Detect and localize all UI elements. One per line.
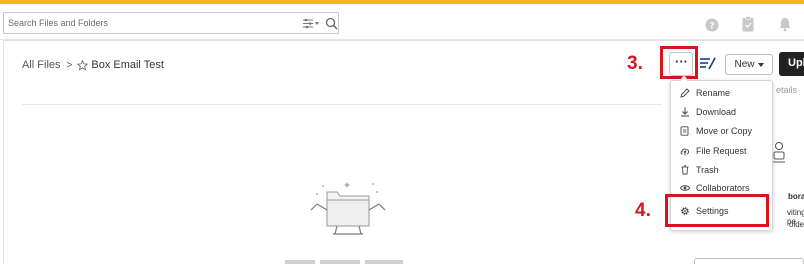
- chevron-down-icon: [757, 62, 764, 67]
- menu-item-label: Trash: [696, 165, 719, 175]
- search-input[interactable]: [8, 16, 293, 30]
- menu-item-move-or-copy[interactable]: Move or Copy: [671, 122, 772, 140]
- collaborators-illustration-icon: [773, 142, 785, 163]
- menu-item-file-request[interactable]: File Request: [671, 142, 772, 160]
- menu-item-label: Collaborators: [696, 183, 750, 193]
- annotation-step-4: 4.: [635, 200, 651, 221]
- side-panel-title: borators: [788, 192, 804, 201]
- eye-icon: [680, 185, 690, 191]
- search-box[interactable]: [3, 12, 339, 34]
- bell-icon[interactable]: [778, 17, 792, 32]
- sort-icon[interactable]: [699, 57, 716, 70]
- side-panel-input[interactable]: [694, 258, 804, 264]
- breadcrumb-separator: >: [66, 59, 73, 71]
- menu-item-label: Move or Copy: [696, 126, 753, 136]
- pencil-icon: [680, 88, 690, 98]
- menu-item-label: Rename: [696, 88, 731, 98]
- details-tab[interactable]: etails: [776, 85, 797, 95]
- menu-item-label: Download: [696, 107, 737, 117]
- side-panel-text-line-2: older.: [789, 220, 804, 229]
- search-icon[interactable]: [325, 17, 338, 30]
- tasks-icon[interactable]: [742, 16, 754, 32]
- breadcrumb-current-folder: Box Email Test: [91, 59, 164, 71]
- breadcrumb: All Files > Box Email Test: [22, 57, 164, 73]
- annotation-step-3: 3.: [627, 53, 643, 74]
- top-bar: ?: [0, 4, 804, 40]
- upload-cloud-icon: [680, 148, 690, 156]
- upload-button[interactable]: Upl: [779, 52, 804, 76]
- download-icon: [681, 107, 689, 117]
- search-filter-icon[interactable]: [302, 18, 320, 29]
- breadcrumb-all-files[interactable]: All Files: [22, 59, 61, 71]
- empty-folder-illustration: [310, 182, 386, 235]
- menu-item-collaborators[interactable]: Collaborators: [671, 181, 772, 193]
- help-icon[interactable]: ?: [705, 18, 719, 32]
- header-divider: [22, 104, 662, 105]
- trash-icon: [681, 165, 689, 175]
- menu-item-download[interactable]: Download: [671, 103, 772, 121]
- new-button[interactable]: New: [725, 54, 773, 75]
- move-copy-icon: [680, 126, 689, 136]
- svg-text:?: ?: [709, 21, 714, 31]
- menu-item-rename[interactable]: Rename: [671, 84, 772, 102]
- menu-item-label: File Request: [696, 146, 747, 156]
- new-button-label: New: [734, 59, 755, 70]
- star-icon[interactable]: [77, 59, 89, 71]
- empty-state-caption: [285, 260, 403, 264]
- menu-item-trash[interactable]: Trash: [671, 161, 772, 179]
- annotation-highlight-settings: [665, 194, 769, 227]
